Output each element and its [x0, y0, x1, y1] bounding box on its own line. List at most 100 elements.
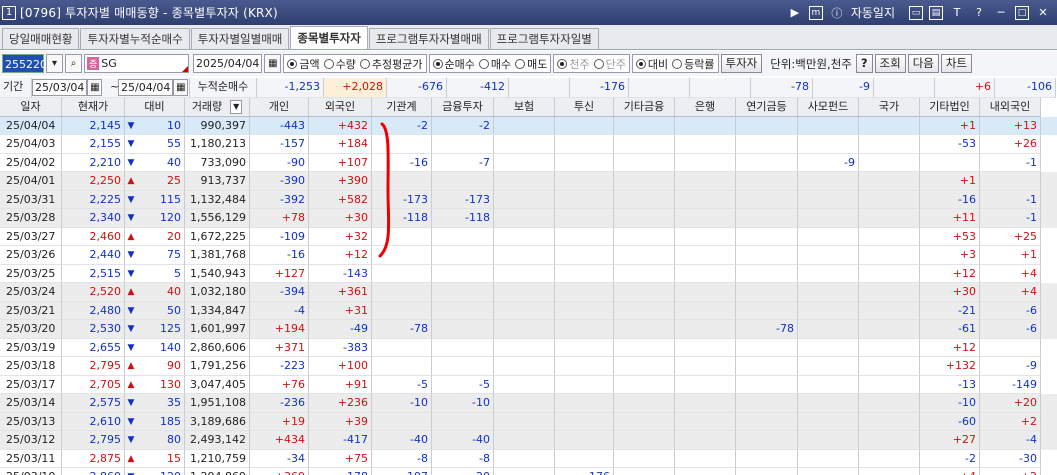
tab-stock-investor[interactable]: 종목별투자자 [290, 26, 368, 49]
radio-net-buy[interactable]: 순매수 [432, 56, 475, 72]
play-icon[interactable]: ▶ [787, 5, 803, 21]
col-other-corp[interactable]: 기타법인 [920, 98, 980, 117]
tab-investor-daily[interactable]: 투자자별일별매매 [190, 28, 290, 49]
period-from-input[interactable]: 25/03/04 [32, 79, 88, 96]
help-button[interactable]: ? [855, 54, 873, 73]
cell-fin-invest [432, 283, 494, 302]
autolog-icon[interactable]: ⓘ [829, 5, 845, 21]
col-individual[interactable]: 개인 [250, 98, 309, 117]
col-nation[interactable]: 국가 [859, 98, 920, 117]
cell-fin-invest: -2 [432, 116, 494, 135]
table-row[interactable]: 25/04/03 2,155 ▼ 55 1,180,213 -157 +184 -53 +26 [0, 135, 1057, 154]
table-row[interactable]: 25/03/102,860▼ 120 1,294,869+369-178-197-2… [0, 468, 1057, 475]
next-button[interactable]: 다음 [907, 54, 939, 73]
col-change[interactable]: 대비 [125, 98, 185, 117]
help-icon[interactable]: ? [971, 5, 987, 21]
cell-volume: 2,860,606 [185, 338, 250, 357]
col-domestic-foreign[interactable]: 내외국인 [980, 98, 1041, 117]
radio-thousand-shares[interactable]: 천주 [557, 56, 590, 72]
calendar-to-icon[interactable]: ▦ [173, 79, 189, 96]
search-icon[interactable]: ⌕ [65, 54, 82, 73]
cell-change: ▼ 140 [125, 338, 185, 357]
radio-quantity[interactable]: 수량 [323, 56, 356, 72]
table-row[interactable]: 25/03/31 2,225 ▼ 115 1,132,484 -392 +582 -173 -1… [0, 190, 1057, 209]
table-row[interactable]: 25/03/17 2,705 ▲ 130 3,047,405 +76 +91 -5 -5 -13-… [0, 375, 1057, 394]
maximize-icon[interactable]: □ [1015, 5, 1029, 20]
tab-daily-trading[interactable]: 당일매매현황 [2, 28, 80, 49]
col-price[interactable]: 현재가 [62, 98, 125, 117]
col-foreign[interactable]: 외국인 [309, 98, 372, 117]
cell-foreign: +32 [309, 227, 372, 246]
table-row[interactable]: 25/03/18 2,795 ▲ 90 1,791,256 -223 +100 +132 -9 [0, 357, 1057, 376]
table-row[interactable]: 25/03/28 2,340 ▼ 120 1,556,129 +78 +30 -118 -118… [0, 209, 1057, 228]
col-pension[interactable]: 연기금등 [736, 98, 798, 117]
cell-price: 2,480 [62, 301, 125, 320]
volume-dropdown-icon[interactable]: ▼ [230, 99, 243, 114]
dropdown-icon[interactable]: ▾ [46, 54, 63, 73]
date-input[interactable]: 2025/04/04 [193, 54, 263, 73]
cell-domestic-foreign: -30 [980, 449, 1041, 468]
calendar-icon[interactable]: ▦ [264, 54, 282, 73]
close-icon[interactable]: ✕ [1035, 5, 1051, 21]
cell-price: 2,795 [62, 357, 125, 376]
stock-name-field[interactable]: 증 SG [84, 54, 189, 73]
radio-compare[interactable]: 대비 [635, 56, 668, 72]
autolog-label[interactable]: 자동일지 [851, 4, 895, 21]
col-bank[interactable]: 은행 [675, 98, 736, 117]
cell-foreign: -178 [309, 468, 372, 475]
cell-date: 25/03/26 [0, 246, 62, 265]
cell-price: 2,795 [62, 431, 125, 450]
col-other-fin[interactable]: 기타금융 [614, 98, 675, 117]
cell-trust [555, 116, 614, 135]
tab-program-daily[interactable]: 프로그램투자자일별 [489, 28, 599, 49]
radio-single-shares[interactable]: 단주 [593, 56, 626, 72]
tab-investor-cumulative[interactable]: 투자자별누적순매수 [80, 28, 190, 49]
m-icon[interactable]: m [808, 5, 823, 20]
calendar-from-icon[interactable]: ▦ [87, 79, 103, 96]
cell-nation [859, 301, 920, 320]
col-volume[interactable]: 거래량 ▼ [185, 98, 250, 117]
table-row[interactable]: 25/03/25 2,515 ▼ 5 1,540,943 +127 -143 +12 +4 [0, 264, 1057, 283]
col-fin-invest[interactable]: 금융투자 [432, 98, 494, 117]
col-date[interactable]: 일자 [0, 98, 62, 117]
table-row[interactable]: 25/03/13 2,610 ▼ 185 3,189,686 +19 +39 -60 +2 [0, 412, 1057, 431]
table-row[interactable]: 25/04/04 2,145 ▼ 10 990,397 -443 +432 -2 -2 +1 +13 [0, 116, 1057, 135]
table-row[interactable]: 25/04/01 2,250 ▲ 25 913,737 -390 +390 +1 [0, 172, 1057, 191]
table-row[interactable]: 25/03/11 2,875 ▲ 15 1,210,759 -34 +75 -8 -8 -2 -30 [0, 449, 1057, 468]
period-from-field[interactable]: 25/03/04 ▦ [32, 78, 110, 98]
col-private-fund[interactable]: 사모펀드 [798, 98, 859, 117]
table-row[interactable]: 25/03/26 2,440 ▼ 75 1,381,768 -16 +12 +3 +1 [0, 246, 1057, 265]
radio-sell[interactable]: 매도 [515, 56, 547, 72]
radio-change-rate[interactable]: 등락률 [672, 56, 715, 72]
window-icon[interactable]: ▭ [909, 5, 923, 20]
cell-private-fund [798, 301, 859, 320]
stock-code-input[interactable]: 255220 [2, 54, 47, 73]
query-button[interactable]: 조회 [874, 54, 906, 73]
table-row[interactable]: 25/04/02 2,210 ▼ 40 733,090 -90 +107 -16 -7 -9 -1 [0, 153, 1057, 172]
cell-bank [675, 412, 736, 431]
period-to-input[interactable]: 25/04/04 [118, 79, 174, 96]
col-insurance[interactable]: 보험 [494, 98, 555, 117]
pin-icon[interactable]: T [949, 5, 965, 21]
radio-amount[interactable]: 금액 [287, 56, 320, 72]
table-row[interactable]: 25/03/21 2,480 ▼ 50 1,334,847 -4 +31 -21 -6 [0, 301, 1057, 320]
minimize-icon[interactable]: ─ [993, 5, 1009, 21]
investor-button[interactable]: 투자자 [720, 54, 763, 73]
period-to-field[interactable]: 25/04/04 ▦ [118, 78, 190, 98]
table-row[interactable]: 25/03/12 2,795 ▼ 80 2,493,142 +434 -417 -40 -40 +… [0, 431, 1057, 450]
radio-buy[interactable]: 매수 [478, 56, 511, 72]
dock-icon[interactable]: ▤ [929, 5, 943, 20]
table-row[interactable]: 25/03/24 2,520 ▲ 40 1,032,180 -394 +361 +30 +4 [0, 283, 1057, 302]
cell-other-fin [614, 190, 675, 209]
col-institution[interactable]: 기관계 [372, 98, 432, 117]
col-trust[interactable]: 투신 [555, 98, 614, 117]
radio-avg-price[interactable]: 추정평균가 [359, 56, 423, 72]
table-row[interactable]: 25/03/19 2,655 ▼ 140 2,860,606 +371 -383 +12 [0, 338, 1057, 357]
table-row[interactable]: 25/03/14 2,575 ▼ 35 1,951,108 -236 +236 -10 -10-… [0, 394, 1057, 413]
tab-program-investor[interactable]: 프로그램투자자별매매 [368, 28, 489, 49]
sum-nation [874, 78, 935, 98]
table-row[interactable]: 25/03/20 2,530 ▼ 125 1,601,997 +194 -49 -78 -78-… [0, 320, 1057, 339]
cell-nation [859, 264, 920, 283]
chart-button[interactable]: 차트 [940, 54, 973, 73]
table-row[interactable]: 25/03/27 2,460 ▲ 20 1,672,225 -109 +32 +53 +25 [0, 227, 1057, 246]
